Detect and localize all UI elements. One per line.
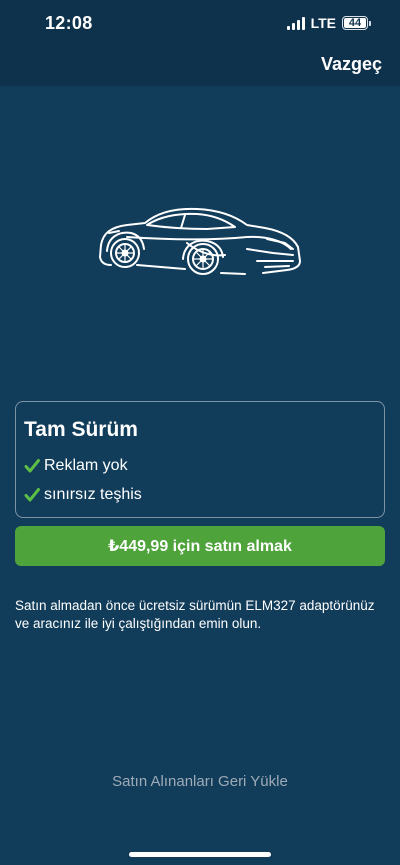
- cancel-button[interactable]: Vazgeç: [321, 54, 382, 75]
- plan-card: Tam Sürüm Reklam yok sınırsız teşhis: [15, 401, 385, 518]
- sports-car-icon: [99, 207, 301, 275]
- status-indicators: LTE 44: [286, 15, 371, 31]
- network-type: LTE: [310, 15, 336, 31]
- feature-item: Reklam yok: [24, 451, 376, 480]
- checkmark-icon: [24, 458, 40, 472]
- feature-label: Reklam yok: [44, 456, 128, 474]
- feature-label: sınırsız teşhis: [44, 485, 142, 503]
- cellular-signal-icon: [286, 16, 305, 30]
- battery-icon: 44: [342, 16, 371, 30]
- battery-level: 44: [348, 17, 362, 29]
- compatibility-note: Satın almadan önce ücretsiz sürümün ELM3…: [15, 598, 375, 631]
- restore-purchases-button[interactable]: Satın Alınanları Geri Yükle: [0, 773, 400, 790]
- top-bar: 12:08 LTE 44 Vazgeç: [0, 0, 400, 86]
- checkmark-icon: [24, 487, 40, 501]
- plan-title: Tam Sürüm: [24, 418, 138, 441]
- purchase-button[interactable]: ₺449,99 için satın almak: [15, 526, 385, 566]
- status-time: 12:08: [45, 13, 93, 33]
- home-indicator[interactable]: [129, 852, 271, 857]
- feature-item: sınırsız teşhis: [24, 480, 376, 509]
